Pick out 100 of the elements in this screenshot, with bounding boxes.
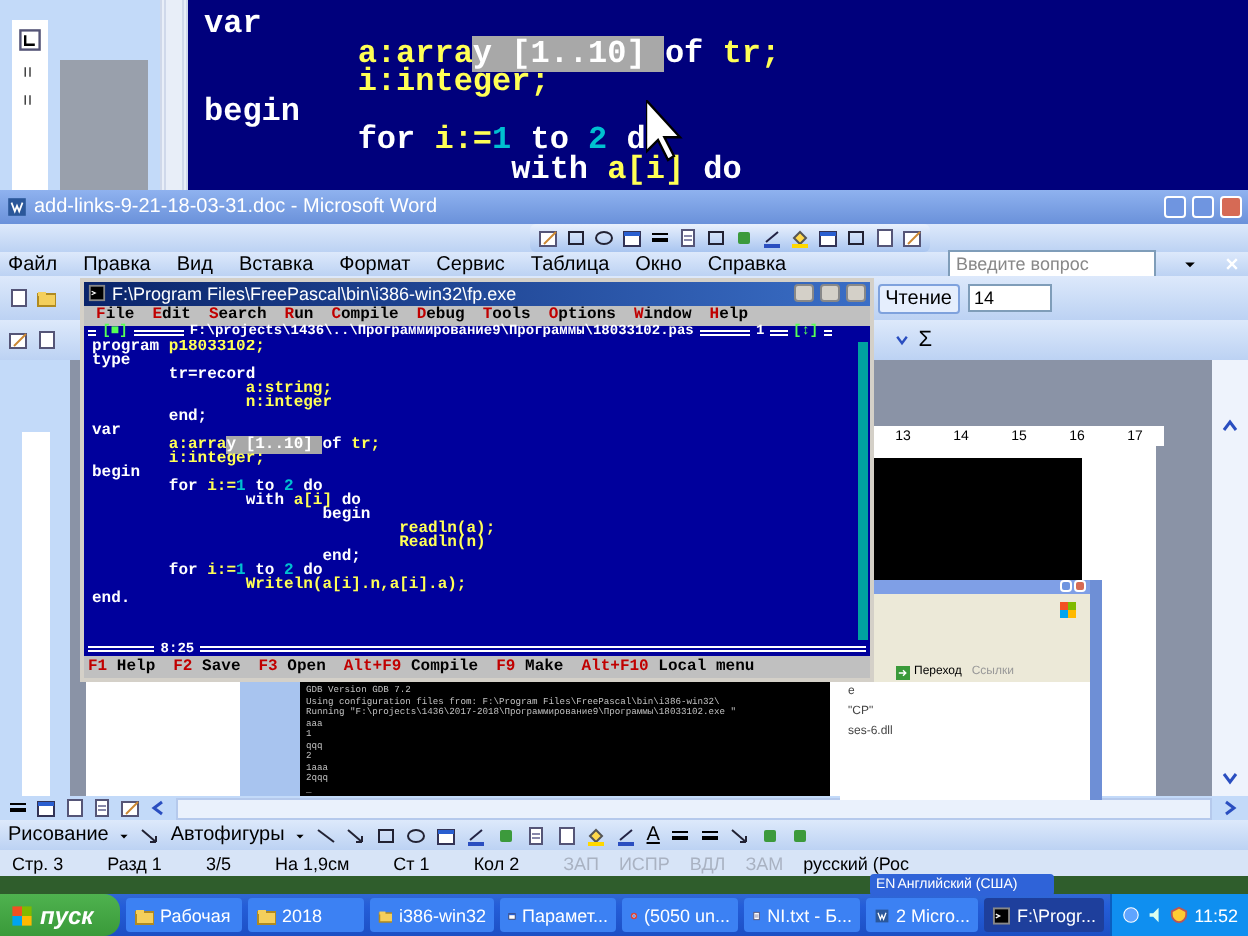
taskbar-button[interactable]: Парамет... — [500, 898, 616, 932]
taskbar-button[interactable]: i386-win32 — [370, 898, 494, 932]
taskbar-button[interactable]: F:\Progr... — [984, 898, 1104, 932]
caret-icon[interactable] — [1182, 256, 1198, 272]
right-icon[interactable] — [1220, 798, 1240, 818]
menu-item[interactable]: Tools — [482, 306, 531, 325]
doc-icon[interactable] — [64, 798, 84, 818]
shortcut-hint[interactable]: F9 Make — [496, 658, 564, 677]
arrow-icon[interactable] — [140, 825, 161, 845]
menu-item[interactable]: Edit — [152, 306, 191, 325]
bucket-icon[interactable] — [586, 825, 607, 845]
help-search-field[interactable]: Введите вопрос — [948, 249, 1156, 279]
maximize-button[interactable] — [820, 284, 840, 303]
taskbar-button[interactable]: Рабочая — [126, 898, 242, 932]
pencil-icon[interactable] — [8, 330, 28, 350]
menu-item[interactable]: Окно — [635, 253, 682, 275]
font-size-field[interactable]: 14 — [968, 284, 1052, 312]
font-color-button[interactable]: A — [646, 824, 660, 846]
shortcut-hint[interactable]: F2 Save — [173, 658, 241, 677]
circle-icon[interactable] — [406, 825, 427, 845]
arrow-icon[interactable] — [729, 825, 750, 845]
bucket-icon[interactable] — [790, 228, 810, 248]
notepad-icon[interactable] — [92, 798, 112, 818]
menu-item[interactable]: Options — [548, 306, 616, 325]
menu-item[interactable]: Window — [633, 306, 692, 325]
down-icon[interactable] — [1220, 768, 1240, 788]
menu-item[interactable]: Search — [208, 306, 267, 325]
menu-item[interactable]: Debug — [416, 306, 465, 325]
window-icon[interactable] — [818, 228, 838, 248]
pencil-icon[interactable] — [120, 798, 140, 818]
lines-icon[interactable] — [8, 798, 28, 818]
menu-item[interactable]: Вставка — [238, 253, 314, 275]
down-icon[interactable] — [894, 332, 911, 348]
pen-icon[interactable] — [616, 825, 637, 845]
doc-icon[interactable] — [8, 288, 28, 308]
caret-icon[interactable] — [294, 829, 307, 841]
minimize-button[interactable] — [794, 284, 814, 303]
caret-icon[interactable] — [118, 829, 131, 841]
window-icon[interactable] — [622, 228, 642, 248]
square-icon[interactable] — [566, 228, 586, 248]
pencil-icon[interactable] — [902, 228, 922, 248]
menu-item[interactable]: Формат — [339, 253, 411, 275]
window-icon[interactable] — [436, 825, 457, 845]
doc-icon[interactable] — [556, 825, 577, 845]
sum-button[interactable]: Σ — [918, 328, 932, 352]
notepad-icon[interactable] — [678, 228, 698, 248]
editor-scrollbar[interactable] — [858, 341, 868, 641]
square-icon[interactable] — [846, 228, 866, 248]
shortcut-hint[interactable]: F3 Open — [258, 658, 326, 677]
reading-button[interactable]: Чтение — [877, 283, 960, 313]
menu-item[interactable]: Help — [709, 306, 749, 325]
notepad-icon[interactable] — [526, 825, 547, 845]
taskbar-button[interactable]: NI.txt - Б... — [744, 898, 860, 932]
shortcut-hint[interactable]: Alt+F10 Local menu — [581, 658, 755, 677]
close-button[interactable] — [846, 284, 866, 303]
left-icon[interactable] — [148, 798, 168, 818]
menu-item[interactable]: Сервис — [436, 253, 505, 275]
shortcut-hint[interactable]: F1 Help — [88, 658, 156, 677]
horizontal-scrollbar[interactable] — [176, 797, 1212, 819]
lines-icon[interactable] — [699, 825, 720, 845]
taskbar-button[interactable]: 2 Micro... — [866, 898, 978, 932]
vertical-scrollbar[interactable] — [1212, 360, 1248, 796]
pencil-icon[interactable] — [538, 228, 558, 248]
cube-icon[interactable] — [759, 825, 780, 845]
lines-icon[interactable] — [669, 825, 690, 845]
cube-icon[interactable] — [496, 825, 517, 845]
taskbar-button[interactable]: 2018 — [248, 898, 364, 932]
console-icon — [88, 284, 106, 303]
arrow-icon[interactable] — [346, 825, 367, 845]
pen-icon[interactable] — [762, 228, 782, 248]
doc-icon[interactable] — [874, 228, 894, 248]
menu-item[interactable]: Вид — [176, 253, 213, 275]
cube-icon[interactable] — [789, 825, 810, 845]
pen-icon[interactable] — [466, 825, 487, 845]
menu-item[interactable]: Файл — [8, 253, 58, 275]
autoshapes-menu[interactable]: Автофигуры — [170, 824, 285, 846]
menu-item[interactable]: Compile — [331, 306, 399, 325]
line-icon[interactable] — [316, 825, 337, 845]
doc-icon[interactable] — [36, 330, 56, 350]
menu-item[interactable]: Правка — [83, 253, 151, 275]
menu-item[interactable]: Таблица — [530, 253, 610, 275]
menu-item[interactable]: File — [96, 306, 135, 325]
menu-item[interactable]: Справка — [707, 253, 787, 275]
code-line: for i:=1 to 2 do — [166, 563, 323, 578]
drawing-menu[interactable]: Рисование — [8, 824, 109, 846]
restore-button[interactable] — [1192, 196, 1214, 218]
window-icon[interactable] — [36, 798, 56, 818]
square-icon[interactable] — [376, 825, 397, 845]
circle-icon[interactable] — [594, 228, 614, 248]
cube-icon[interactable] — [734, 228, 754, 248]
folder-icon — [256, 905, 276, 925]
lines-icon[interactable] — [650, 228, 670, 248]
tab-icon[interactable] — [18, 28, 42, 52]
shortcut-hint[interactable]: Alt+F9 Compile — [343, 658, 479, 677]
code-editor[interactable] — [84, 325, 870, 657]
up-icon[interactable] — [1220, 416, 1240, 436]
taskbar-button[interactable]: (5050 un... — [622, 898, 738, 932]
code-line: Writeln(a[i].n,a[i].a); — [243, 577, 469, 592]
square-icon[interactable] — [706, 228, 726, 248]
menu-item[interactable]: Run — [284, 306, 314, 325]
